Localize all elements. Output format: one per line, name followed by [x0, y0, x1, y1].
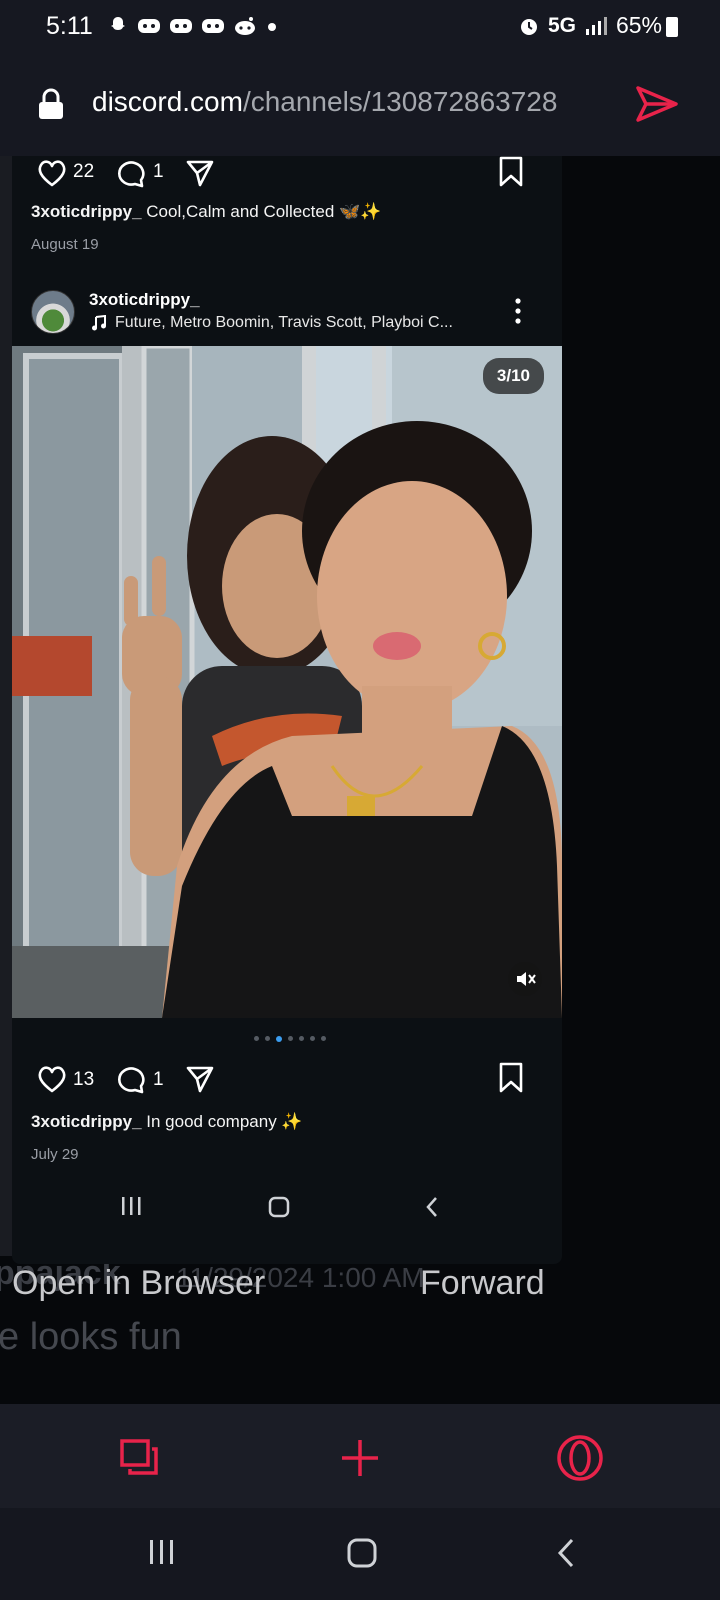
forward-button[interactable]: Forward: [420, 1264, 545, 1303]
comment-icon[interactable]: [115, 158, 147, 188]
top-comment-count: 1: [153, 161, 164, 182]
heart-icon[interactable]: [36, 158, 68, 188]
post-username[interactable]: 3xoticdrippy_: [89, 290, 200, 310]
lock-icon[interactable]: [38, 88, 64, 120]
status-time: 5:11: [46, 12, 93, 40]
mute-icon[interactable]: [508, 962, 542, 996]
link-preview[interactable]: 22 1 3xoticdrippy_ Cool,Calm and Collect…: [12, 156, 562, 1264]
inner-nav-bar: [12, 1176, 562, 1236]
back-icon[interactable]: [556, 1538, 576, 1568]
more-options-icon[interactable]: [515, 298, 521, 324]
carousel-dot-active: [276, 1036, 282, 1042]
recents-icon[interactable]: [148, 1538, 176, 1566]
alarm-icon: [520, 18, 537, 35]
avatar[interactable]: [31, 290, 75, 334]
bookmark-icon[interactable]: [497, 156, 525, 188]
signal-icon: [585, 16, 607, 35]
battery-icon: [666, 17, 678, 37]
photo-scene: [12, 346, 562, 1018]
main-like-count: 13: [73, 1069, 95, 1090]
recents-icon: [122, 1197, 141, 1215]
status-right: 5G 65%: [518, 12, 662, 39]
reddit-icon: [235, 17, 255, 35]
background-strip: [0, 156, 12, 1256]
caption-text: Cool,Calm and Collected 🦋✨: [146, 202, 382, 221]
opera-menu-icon[interactable]: [556, 1434, 604, 1482]
url-path: /channels/130872863728: [242, 86, 558, 117]
main-post-date: July 29: [31, 1146, 79, 1163]
carousel-dot: [310, 1036, 315, 1041]
carousel-dots: [254, 1036, 326, 1042]
main-comment-count: 1: [153, 1069, 164, 1090]
new-tab-icon[interactable]: [340, 1438, 380, 1478]
notification-icons: [106, 14, 280, 38]
main-post-caption: 3xoticdrippy_ In good company ✨: [31, 1112, 303, 1132]
discord-icon: [202, 19, 224, 33]
heart-icon[interactable]: [36, 1064, 68, 1094]
comment-icon[interactable]: [115, 1064, 147, 1094]
post-header: 3xoticdrippy_ Future, Metro Boomin, Trav…: [12, 282, 562, 342]
share-icon[interactable]: [185, 1064, 215, 1094]
top-like-count: 22: [73, 161, 95, 182]
url-text[interactable]: discord.com/channels/130872863728: [92, 86, 608, 118]
browser-toolbar: [0, 1404, 720, 1508]
carousel-dot: [299, 1036, 304, 1041]
url-host: discord.com: [92, 86, 243, 117]
snapchat-icon: [111, 17, 125, 30]
music-text: Future, Metro Boomin, Travis Scott, Play…: [115, 314, 453, 331]
post-photo[interactable]: 3/10: [12, 346, 562, 1018]
home-icon: [268, 1196, 290, 1218]
open-in-browser-button[interactable]: Open in Browser: [12, 1264, 265, 1303]
more-dot-icon: [268, 23, 276, 31]
caption-username: 3xoticdrippy_: [31, 1112, 142, 1131]
music-row[interactable]: Future, Metro Boomin, Travis Scott, Play…: [91, 314, 453, 332]
carousel-dot: [288, 1036, 293, 1041]
carousel-dot: [265, 1036, 270, 1041]
image-counter: 3/10: [482, 358, 544, 394]
carousel-dot: [321, 1036, 326, 1041]
send-icon[interactable]: [634, 84, 680, 124]
share-icon[interactable]: [185, 158, 215, 188]
system-nav-bar: [0, 1508, 720, 1600]
caption-text: In good company ✨: [146, 1112, 303, 1131]
message-text: e looks fun: [0, 1316, 182, 1358]
top-post-caption: 3xoticdrippy_ Cool,Calm and Collected 🦋✨: [31, 202, 381, 222]
carousel-dot: [254, 1036, 259, 1041]
caption-username: 3xoticdrippy_: [31, 202, 142, 221]
network-label: 5G: [547, 13, 576, 37]
top-post-actions: 22 1: [12, 156, 562, 196]
top-post-date: August 19: [31, 236, 99, 253]
main-post-actions: 13 1: [12, 1062, 562, 1102]
discord-icon: [138, 19, 160, 33]
tabs-icon[interactable]: [119, 1438, 159, 1478]
discord-icon: [170, 19, 192, 33]
home-icon[interactable]: [347, 1538, 377, 1568]
battery-percent: 65%: [615, 12, 662, 38]
bookmark-icon[interactable]: [497, 1062, 525, 1094]
status-bar: 5:11 5G 65%: [0, 0, 720, 52]
back-icon: [426, 1197, 437, 1217]
music-note-icon: [92, 315, 106, 331]
